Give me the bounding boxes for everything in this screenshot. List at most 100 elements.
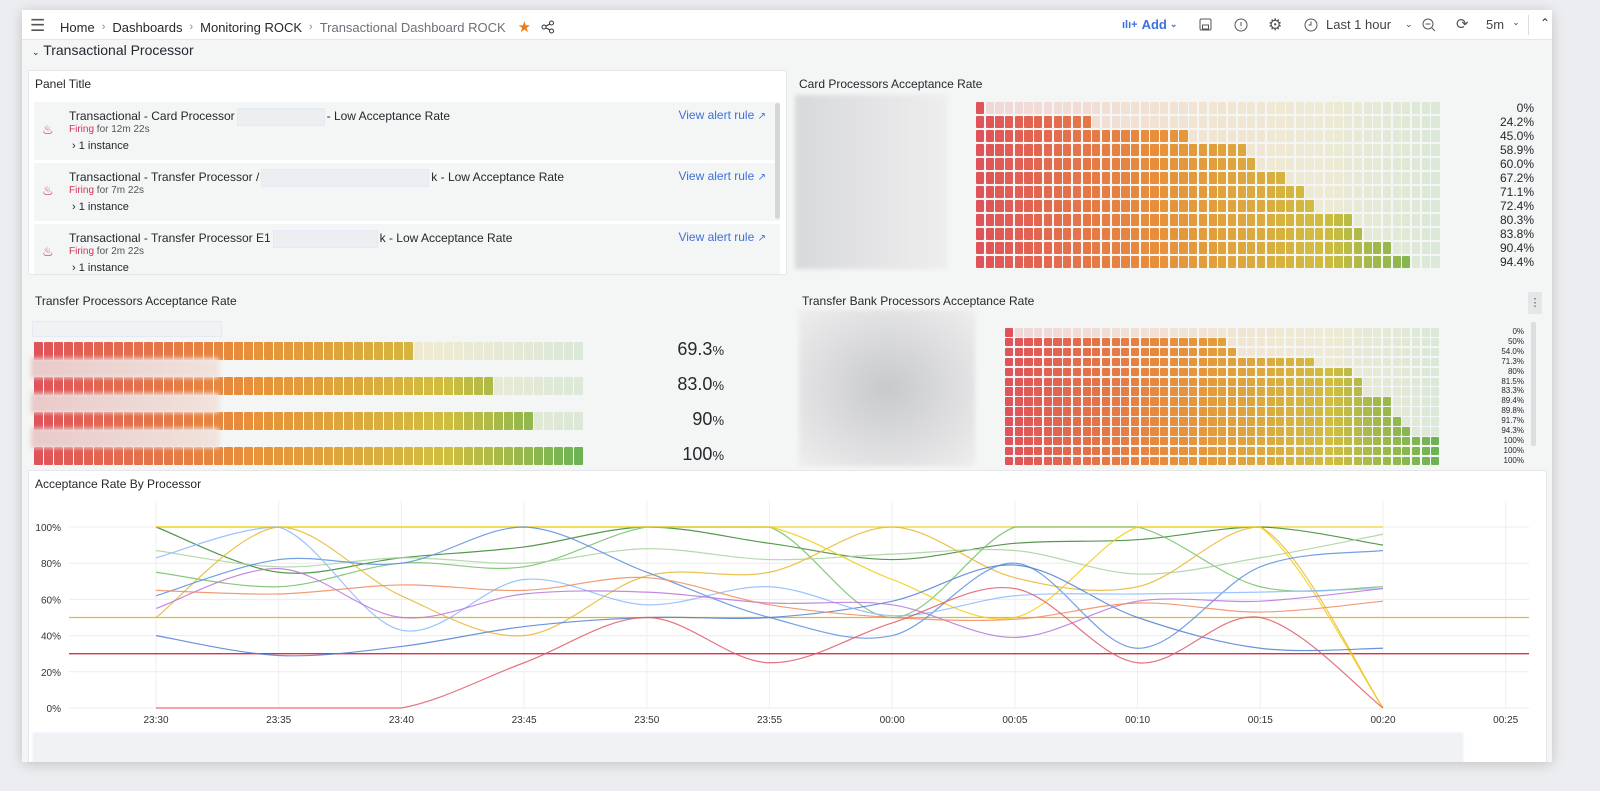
gauge-cell-empty (1111, 328, 1120, 337)
breadcrumb-folder[interactable]: Monitoring ROCK (200, 20, 302, 35)
gauge-cell-filled (484, 377, 493, 395)
gauge-cell-empty (1421, 357, 1430, 367)
gauge-cell-empty (1411, 186, 1421, 198)
alert-item[interactable]: ♨ Transactional - Transfer Processor / k … (34, 163, 780, 221)
gauge-cell-empty (1334, 172, 1343, 184)
gauge-cell-filled (1208, 347, 1217, 357)
gauge-cell-filled (1382, 446, 1391, 456)
chevron-down-icon: ⌄ (1405, 19, 1413, 29)
gauge-cell-filled (464, 412, 473, 430)
time-range-picker[interactable]: Last 1 hour ⌄ (1304, 17, 1413, 32)
scrollbar[interactable] (1531, 322, 1536, 446)
view-alert-rule-link[interactable]: View alert rule ↗ (678, 108, 766, 122)
gauge-cell-filled (1082, 172, 1091, 184)
gauge-value: 83.0% (677, 374, 724, 395)
gauge-cell-filled (1276, 367, 1285, 377)
gauge-cell-filled (1072, 242, 1082, 254)
gauge-cell-filled (1256, 446, 1266, 456)
gauge-cell-filled (1043, 144, 1052, 156)
save-icon[interactable] (1199, 18, 1212, 31)
redacted-legend[interactable] (33, 733, 1463, 762)
gauge-cell-filled (1092, 417, 1101, 426)
gauge-cell-filled (1247, 200, 1256, 212)
gauge-cell-empty (1421, 172, 1430, 184)
settings-gear-icon[interactable]: ⚙ (1268, 15, 1282, 35)
instances-toggle[interactable]: › 1 instance (72, 262, 129, 274)
gauge-value-text: 90 (692, 409, 713, 429)
gauge-cell-filled (1218, 242, 1227, 254)
gauge-cell-empty (1286, 172, 1295, 184)
line-chart[interactable]: 0%20%40%60%80%100%23:30 23:35 23:40 23:45 23… (29, 471, 1548, 741)
gauge-cell-filled (474, 377, 483, 395)
gauge-cell-empty (554, 412, 563, 430)
star-icon[interactable]: ★ (518, 18, 531, 36)
gauge-cell-filled (1092, 214, 1101, 226)
instances-toggle[interactable]: › 1 instance (72, 140, 129, 152)
gauge-cell-filled (1111, 242, 1120, 254)
gauge-cell-empty (1402, 407, 1411, 416)
gauge-cell-filled (1305, 397, 1314, 406)
alert-item[interactable]: ♨ Transactional - Card Processor - Low Ac… (34, 102, 780, 160)
alert-item[interactable]: ♨ Transactional - Transfer Processor E1 k… (34, 224, 780, 274)
gauge-cell-empty (1256, 328, 1266, 337)
gauge-cell-empty (424, 342, 433, 360)
gauge-cell-empty (1198, 130, 1207, 142)
gauge-cell-filled (1024, 214, 1033, 226)
gauge-cell-filled (1092, 427, 1101, 436)
info-icon[interactable] (1234, 18, 1248, 32)
gauge-cell-filled (1121, 417, 1130, 426)
gauge-cell-filled (1014, 130, 1023, 142)
gauge-cell-filled (384, 447, 393, 465)
gauge-cell-filled (1285, 367, 1295, 377)
gauge-cell-filled (1276, 256, 1285, 268)
refresh-icon[interactable]: ⟳ (1456, 15, 1469, 33)
scrollbar[interactable] (775, 103, 780, 219)
view-alert-rule-link[interactable]: View alert rule ↗ (678, 169, 766, 183)
gauge-cell-filled (1121, 228, 1130, 240)
refresh-interval-picker[interactable]: 5m ⌄ (1486, 17, 1520, 32)
gauge-cell-filled (1189, 228, 1198, 240)
share-icon[interactable] (541, 20, 555, 34)
gauge-cell-filled (1179, 377, 1188, 386)
gauge-cell-filled (1305, 446, 1314, 456)
panel-menu-icon[interactable]: ⋮ (1528, 292, 1542, 314)
x-tick-label: 23:40 (389, 715, 414, 726)
gauge-cell-filled (985, 158, 994, 170)
gauge-cell-empty (1421, 347, 1430, 357)
menu-icon[interactable]: ☰ (30, 16, 45, 36)
gauge-cell-empty (1344, 347, 1353, 357)
y-tick-label: 40% (41, 632, 61, 643)
gauge-cell-empty (1431, 377, 1440, 386)
gauge-cell-filled (1344, 242, 1353, 254)
gauge-cell-filled (224, 377, 233, 395)
gauge-cell-empty (1392, 347, 1401, 357)
gauge-cell-empty (1402, 116, 1411, 128)
gauge-cell-filled (1208, 407, 1217, 416)
gauge-cell-empty (1169, 102, 1178, 114)
gauge-cell-empty (1431, 214, 1440, 226)
breadcrumb-dashboards[interactable]: Dashboards (112, 20, 182, 35)
collapse-chevron-up-icon[interactable]: ⌃ (1540, 16, 1550, 30)
add-button[interactable]: ılı+ Add ⌄ (1122, 17, 1177, 32)
gauge-cell-filled (1227, 242, 1237, 254)
gauge-cell-filled (1344, 427, 1353, 436)
zoom-out-icon[interactable] (1422, 18, 1436, 32)
gauge-cell-filled (434, 447, 443, 465)
view-alert-rule-link[interactable]: View alert rule ↗ (678, 230, 766, 244)
gauge-cell-filled (1121, 456, 1130, 466)
gauge-cell-filled (1092, 456, 1101, 466)
row-header[interactable]: ⌄ Transactional Processor (32, 42, 194, 58)
gauge-cell-filled (1208, 357, 1217, 367)
instances-toggle[interactable]: › 1 instance (72, 201, 129, 213)
gauge-cell-filled (985, 116, 994, 128)
gauge-cell-filled (1305, 436, 1314, 446)
breadcrumb-home[interactable]: Home (60, 20, 95, 35)
gauge-cell-filled (1179, 172, 1188, 184)
gauge-cell-filled (1392, 446, 1401, 456)
gauge-cell-filled (474, 412, 483, 430)
gauge-unit: % (712, 448, 724, 463)
gauge-cell-empty (1227, 116, 1237, 128)
gauge-cell-filled (1189, 242, 1198, 254)
x-tick-label: 00:20 (1370, 715, 1395, 726)
gauge-cell-filled (1256, 256, 1266, 268)
